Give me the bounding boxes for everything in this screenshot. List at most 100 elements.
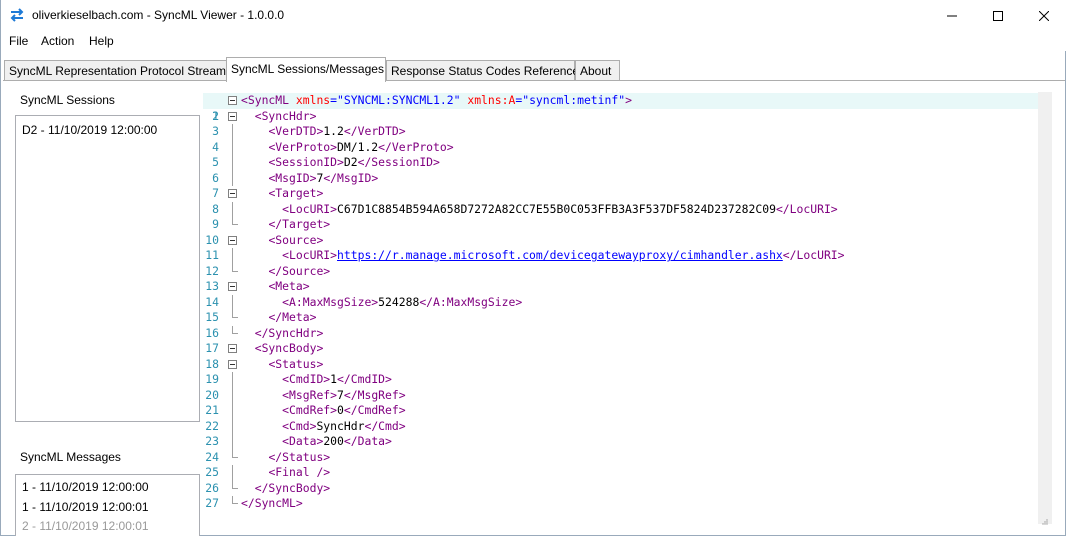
xml-token: </MsgRef> [343, 387, 406, 402]
editor-scrollbar[interactable] [1038, 92, 1052, 524]
line-number: 12 [205, 263, 219, 278]
fold-toggle[interactable] [228, 282, 237, 291]
fold-toggle[interactable] [228, 96, 237, 105]
xml-token: </Status> [268, 449, 331, 464]
code-line: 4 <VerProto>DM/1.2</VerProto> [203, 139, 1039, 155]
line-number: 5 [212, 155, 219, 169]
code-line: 13 <Meta> [203, 279, 1039, 295]
fold-toggle[interactable] [228, 111, 237, 121]
close-button[interactable] [1021, 0, 1066, 31]
xml-token: <Status> [268, 356, 324, 371]
menu-file[interactable]: File [9, 34, 28, 48]
xml-token: </LocURI> [775, 201, 838, 216]
tab-strip: SyncML Representation Protocol Stream Sy… [1, 57, 1066, 82]
code-line: 24 </Status> [203, 449, 1039, 466]
message-item[interactable]: 1 - 11/10/2019 12:00:00 [22, 480, 149, 494]
minimize-button[interactable] [929, 0, 975, 31]
maximize-button[interactable] [975, 0, 1021, 31]
tab-status-codes[interactable]: Response Status Codes Reference [386, 60, 579, 81]
xml-token: "SYNCML:SYNCML1.2" [337, 93, 461, 107]
line-number: 15 [205, 310, 219, 324]
xml-token: <SyncHdr> [254, 108, 317, 123]
fold-toggle[interactable] [228, 189, 237, 198]
code-line: 12 </Source> [203, 263, 1039, 280]
messages-list[interactable]: 1 - 11/10/2019 12:00:00 1 - 11/10/2019 1… [15, 474, 200, 536]
code-line: 2 <SyncHdr> [203, 109, 1039, 125]
tab-sessions-messages[interactable]: SyncML Sessions/Messages [226, 57, 386, 82]
xml-token: <SyncML [241, 93, 290, 107]
xml-token: DM/1.2 [337, 139, 379, 154]
code-line: 5 <SessionID>D2</SessionID> [203, 155, 1039, 171]
code-line: 25 <Final /> [203, 465, 1039, 481]
xml-token: </CmdRef> [343, 403, 406, 417]
uri-link[interactable]: https://r.manage.microsoft.com/devicegat… [337, 248, 783, 262]
xml-token: D2 [343, 155, 358, 169]
xml-token: </Meta> [268, 310, 317, 324]
line-number: 18 [205, 356, 219, 371]
xml-token: </VerDTD> [343, 124, 406, 138]
line-number: 9 [212, 217, 219, 231]
xml-token: </LocURI> [782, 248, 845, 262]
fold-toggle[interactable] [228, 344, 237, 353]
xml-token: </Data> [343, 434, 392, 448]
maximize-icon [993, 10, 1003, 21]
xml-editor[interactable]: 1 <SyncML xmlns="SYNCML:SYNCML1.2" xmlns… [203, 90, 1053, 520]
xml-token: <Final /> [268, 465, 331, 479]
fold-toggle[interactable] [228, 359, 237, 369]
xml-token: </CmdID> [337, 372, 392, 386]
line-number: 7 [212, 186, 219, 200]
xml-token: <LocURI> [282, 201, 338, 216]
sessions-list[interactable]: D2 - 11/10/2019 12:00:00 [15, 115, 200, 422]
messages-label: SyncML Messages [20, 450, 121, 464]
xml-token: > [625, 93, 632, 107]
resize-grip-icon[interactable] [1042, 514, 1048, 525]
line-number: 26 [205, 480, 219, 495]
menu-help[interactable]: Help [89, 34, 114, 48]
xml-token: <Meta> [268, 279, 310, 293]
xml-token: </SyncML> [241, 496, 303, 510]
line-number: 19 [205, 372, 219, 386]
tab-about[interactable]: About [575, 60, 620, 81]
menu-action[interactable]: Action [41, 34, 74, 48]
xml-token: <Data> [282, 434, 324, 448]
line-number: 11 [205, 248, 219, 262]
xml-token: 1.2 [323, 124, 344, 138]
code-line: 9 </Target> [203, 217, 1039, 233]
code-line: 3 <VerDTD>1.2</VerDTD> [203, 124, 1039, 140]
xml-token: 0 [337, 403, 344, 417]
title-bar[interactable]: oliverkieselbach.com - SyncML Viewer - 1… [1, 0, 1066, 31]
line-number: 8 [212, 201, 219, 216]
message-item[interactable]: 1 - 11/10/2019 12:00:01 [22, 500, 149, 514]
xml-token: 7 [337, 387, 344, 402]
xml-token: <A:MaxMsgSize> [282, 294, 379, 309]
xml-token: "syncml:metinf" [522, 93, 626, 107]
code-line: 6 <MsgID>7</MsgID> [203, 170, 1039, 186]
line-number: 14 [205, 294, 219, 309]
minimize-icon [947, 15, 957, 16]
xml-token: C67D1C8854B594A658D7272A82CC7E55B0C053FF… [337, 201, 776, 216]
xml-token: <VerDTD> [268, 124, 324, 138]
line-number: 2 [212, 108, 219, 123]
xml-token: <SessionID> [268, 155, 344, 169]
line-number: 24 [205, 449, 219, 464]
app-window: oliverkieselbach.com - SyncML Viewer - 1… [0, 0, 1066, 536]
tab-protocol-stream[interactable]: SyncML Representation Protocol Stream [4, 60, 227, 81]
code-line: 18 <Status> [203, 357, 1039, 373]
xml-token: </VerProto> [378, 139, 454, 154]
code-line: 15 </Meta> [203, 310, 1039, 326]
xml-token: <LocURI> [282, 248, 338, 262]
xml-token: xmlns [289, 93, 331, 107]
code-line: 27 </SyncML> [203, 496, 1039, 512]
xml-token: = [330, 93, 338, 107]
xml-token: </SessionID> [357, 155, 440, 169]
xml-token: </Source> [268, 263, 331, 278]
message-item[interactable]: 2 - 11/10/2019 12:00:01 [22, 519, 149, 533]
close-icon [1039, 10, 1049, 21]
session-item[interactable]: D2 - 11/10/2019 12:00:00 [22, 123, 157, 137]
window-title: oliverkieselbach.com - SyncML Viewer - 1… [32, 8, 285, 22]
menu-bar: File Action Help [1, 31, 1066, 51]
xml-token: <CmdRef> [282, 403, 338, 417]
fold-toggle[interactable] [228, 235, 237, 245]
xml-token: </Cmd> [364, 418, 406, 433]
xml-token: </SyncHdr> [254, 325, 324, 340]
